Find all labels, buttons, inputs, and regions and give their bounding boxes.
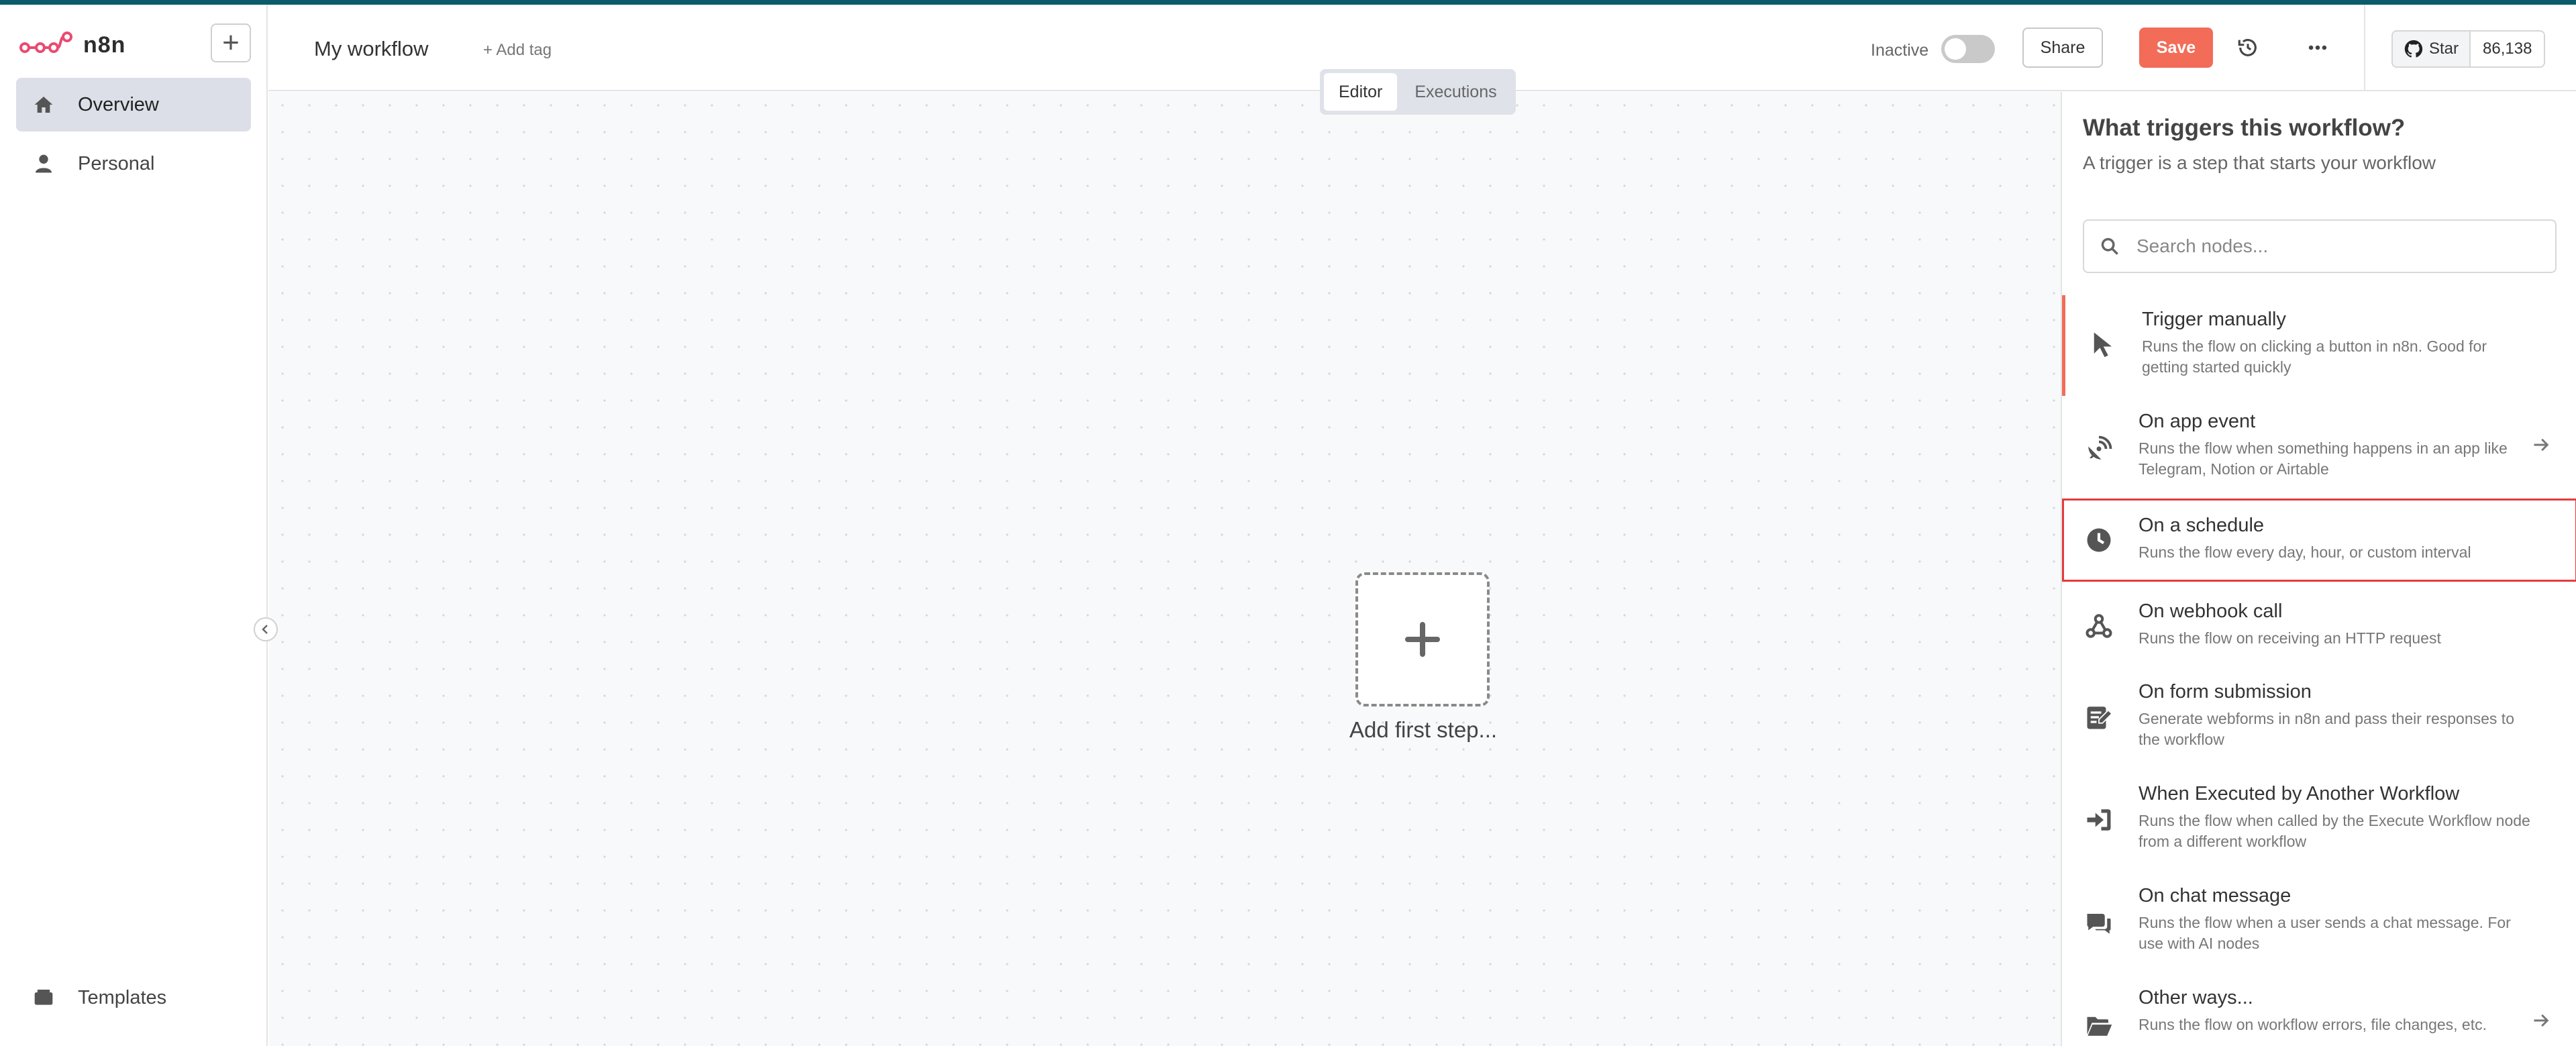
search-icon	[2101, 238, 2118, 255]
add-tag-link[interactable]: + Add tag	[483, 41, 552, 60]
clock-icon	[2082, 523, 2116, 557]
chevron-left-icon	[262, 625, 268, 634]
trigger-title: On chat message	[2139, 885, 2291, 906]
view-tabs: Editor Executions	[1320, 69, 1516, 115]
form-icon	[2082, 700, 2116, 734]
arrow-right-icon	[2532, 435, 2551, 454]
tab-executions[interactable]: Executions	[1400, 73, 1511, 111]
sign-in-icon	[2082, 803, 2116, 837]
plus-icon	[1405, 622, 1440, 657]
workflow-canvas[interactable]: Editor Executions Add first step...	[269, 69, 2061, 1046]
more-options-button[interactable]	[2300, 30, 2335, 65]
active-status-label: Inactive	[1871, 41, 1929, 60]
trigger-desc: Runs the flow when called by the Execute…	[2139, 812, 2530, 850]
home-icon	[32, 93, 55, 116]
trigger-desc: Runs the flow when a user sends a chat m…	[2139, 914, 2511, 952]
user-icon	[32, 152, 55, 175]
share-button[interactable]: Share	[2022, 28, 2103, 68]
search-input[interactable]	[2136, 236, 2555, 257]
github-star-label[interactable]: Star	[2393, 32, 2471, 66]
history-icon	[2238, 39, 2257, 56]
trigger-item-schedule[interactable]: On a schedule Runs the flow every day, h…	[2062, 499, 2576, 582]
github-star-count[interactable]: 86,138	[2471, 32, 2544, 66]
tab-editor[interactable]: Editor	[1324, 73, 1398, 111]
github-star-button[interactable]: Star 86,138	[2391, 30, 2546, 68]
add-first-step-button[interactable]	[1355, 572, 1490, 707]
trigger-desc: Generate webforms in n8n and pass their …	[2139, 710, 2514, 748]
github-icon	[2404, 40, 2423, 58]
github-star-text: Star	[2429, 40, 2459, 58]
trigger-panel: What triggers this workflow? A trigger i…	[2061, 92, 2576, 1046]
trigger-title: On webhook call	[2139, 600, 2283, 622]
sidebar: n8n + Overview Personal Templates	[0, 5, 268, 1046]
trigger-item-webhook[interactable]: On webhook call Runs the flow on receivi…	[2062, 586, 2576, 666]
collapse-sidebar-button[interactable]	[254, 617, 278, 641]
templates-icon	[32, 986, 55, 1009]
active-toggle[interactable]	[1941, 35, 1995, 63]
webhook-icon	[2082, 609, 2116, 643]
chat-icon	[2082, 906, 2116, 940]
save-button[interactable]: Save	[2139, 28, 2213, 68]
trigger-title: When Executed by Another Workflow	[2139, 783, 2460, 804]
trigger-title: On app event	[2139, 411, 2256, 432]
trigger-title: Other ways...	[2139, 987, 2253, 1008]
top-accent-bar	[0, 0, 2576, 5]
header-divider	[2364, 5, 2365, 91]
sidebar-item-label: Templates	[78, 986, 167, 1008]
panel-subtitle: A trigger is a step that starts your wor…	[2083, 152, 2436, 173]
satellite-icon	[2082, 432, 2116, 466]
sidebar-item-label: Overview	[78, 93, 159, 115]
sidebar-item-overview[interactable]: Overview	[16, 78, 251, 132]
sidebar-item-label: Personal	[78, 152, 155, 174]
trigger-desc: Runs the flow every day, hour, or custom…	[2139, 543, 2471, 561]
trigger-item-manual[interactable]: Trigger manually Runs the flow on clicki…	[2062, 295, 2576, 396]
brand[interactable]: n8n	[19, 27, 125, 63]
trigger-title: On a schedule	[2139, 515, 2265, 536]
arrow-right-icon	[2532, 1011, 2551, 1030]
trigger-desc: Runs the flow on workflow errors, file c…	[2139, 1016, 2487, 1033]
trigger-item-chat[interactable]: On chat message Runs the flow when a use…	[2062, 870, 2576, 971]
trigger-title: On form submission	[2139, 681, 2312, 702]
trigger-item-sub-workflow[interactable]: When Executed by Another Workflow Runs t…	[2062, 768, 2576, 869]
sidebar-item-templates[interactable]: Templates	[16, 971, 251, 1025]
add-first-step-label: Add first step...	[1349, 717, 1498, 742]
n8n-logo-icon	[19, 30, 74, 60]
workflow-name[interactable]: My workflow	[314, 37, 429, 61]
trigger-item-form[interactable]: On form submission Generate webforms in …	[2062, 667, 2576, 768]
trigger-item-other[interactable]: Other ways... Runs the flow on workflow …	[2062, 972, 2576, 1046]
trigger-item-app-event[interactable]: On app event Runs the flow when somethin…	[2062, 397, 2576, 496]
history-button[interactable]	[2230, 30, 2265, 65]
panel-title: What triggers this workflow?	[2083, 115, 2406, 141]
node-search[interactable]	[2083, 219, 2557, 273]
sidebar-item-personal[interactable]: Personal	[16, 137, 251, 191]
folder-open-icon	[2082, 1008, 2116, 1042]
ellipsis-icon	[2308, 45, 2327, 50]
trigger-title: Trigger manually	[2142, 309, 2286, 330]
cursor-icon	[2085, 327, 2119, 361]
brand-name: n8n	[83, 32, 126, 58]
trigger-desc: Runs the flow on receiving an HTTP reque…	[2139, 629, 2441, 647]
trigger-desc: Runs the flow on clicking a button in n8…	[2142, 337, 2487, 376]
create-new-button[interactable]: +	[211, 23, 251, 62]
trigger-desc: Runs the flow when something happens in …	[2139, 439, 2508, 478]
